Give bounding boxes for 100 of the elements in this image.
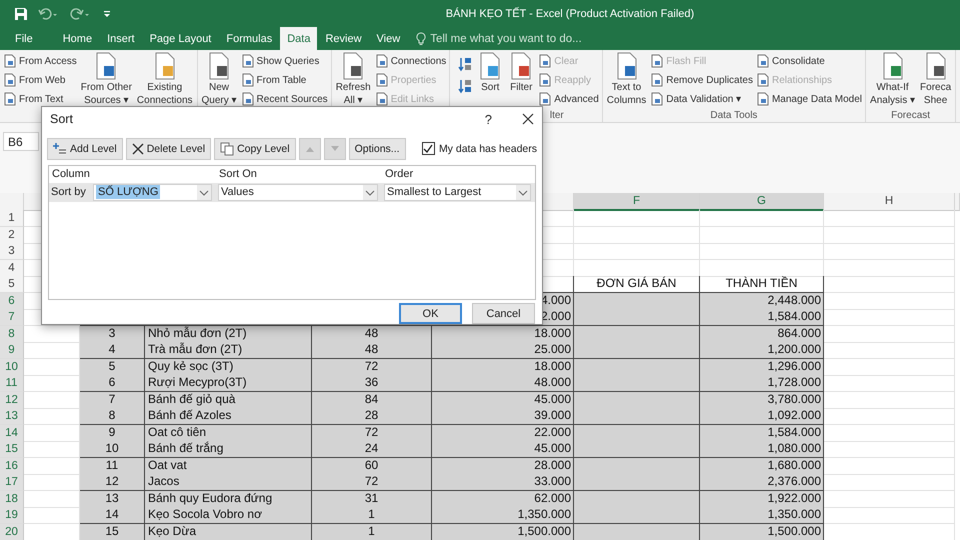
triangle-up-icon — [304, 144, 315, 153]
ribbon-button[interactable]: Consolidate — [756, 52, 862, 70]
ribbon-tab[interactable]: Insert — [100, 27, 142, 50]
table-cell: 1,922.000 — [700, 490, 824, 508]
table-cell: 3 — [80, 326, 145, 342]
ribbon-button[interactable]: Data Validation ▾ — [650, 90, 753, 108]
ribbon-button[interactable]: Foreca Shee — [918, 52, 954, 107]
ribbon-button[interactable]: Advanced — [538, 90, 599, 108]
column-dropdown[interactable]: SỐ LƯỢNG — [93, 184, 212, 201]
table-cell: 1,584.000 — [700, 424, 824, 442]
ribbon-button[interactable]: Filter — [506, 52, 536, 94]
dialog-button[interactable]: OK — [399, 303, 462, 324]
table-cell: 62.000 — [432, 490, 574, 508]
table-cell: Oat cô tiên — [145, 424, 312, 442]
sort-descending-icon[interactable] — [458, 78, 472, 94]
group-label: Data Tools — [710, 110, 758, 122]
save-icon[interactable] — [14, 6, 28, 20]
undo-icon[interactable] — [38, 6, 60, 20]
column-header[interactable]: H — [824, 193, 955, 211]
ribbon-button[interactable]: Connections — [374, 52, 446, 70]
row-header[interactable]: 2 — [0, 226, 24, 244]
sort-level-row[interactable]: Sort by SỐ LƯỢNG Values Smallest to Largest — [49, 182, 535, 202]
table-cell: 28 — [312, 408, 432, 425]
row-header[interactable]: 18 — [0, 490, 24, 508]
ribbon-tab[interactable]: View — [370, 27, 408, 50]
delete-level-button[interactable]: Delete Level — [126, 138, 212, 160]
ribbon-button[interactable]: Refresh All ▾ — [334, 52, 373, 107]
add-level-button[interactable]: Add Level — [47, 138, 123, 160]
row-header[interactable]: 14 — [0, 424, 24, 442]
ribbon-tab[interactable]: File — [8, 27, 40, 50]
table-cell: Bánh đế trắng — [145, 441, 312, 458]
sort-ascending-icon[interactable] — [458, 56, 472, 72]
row-header[interactable]: 6 — [0, 292, 24, 310]
table-cell: Oat vat — [145, 458, 312, 474]
table-cell: Quy kẻ sọc (3T) — [145, 358, 312, 376]
ribbon-button[interactable]: From Web — [3, 71, 77, 89]
table-cell: Rượi Mecypro(3T) — [145, 375, 312, 392]
checkbox-label: My data has headers — [438, 142, 537, 155]
ribbon-button[interactable]: Text to Columns — [604, 52, 648, 107]
ribbon-tab[interactable]: Page Layout — [142, 27, 218, 50]
table-cell: 1,080.000 — [700, 441, 824, 458]
ribbon-button[interactable]: From Table — [240, 71, 328, 89]
ribbon-button[interactable]: Show Queries — [240, 52, 328, 70]
dialog-button[interactable]: Cancel — [472, 303, 535, 324]
column-header[interactable]: G — [700, 193, 824, 211]
row-header[interactable]: 16 — [0, 458, 24, 474]
row-header[interactable]: 20 — [0, 524, 24, 540]
row-header[interactable]: 1 — [0, 210, 24, 227]
table-cell: 1,680.000 — [700, 458, 824, 474]
row-header[interactable]: 17 — [0, 474, 24, 491]
copy-icon — [220, 142, 234, 156]
sort-on-dropdown[interactable]: Values — [218, 184, 378, 201]
row-header[interactable]: 5 — [0, 276, 24, 293]
table-cell: 5 — [80, 358, 145, 376]
ribbon-button[interactable]: Manage Data Model — [756, 90, 862, 108]
options-button[interactable]: Options... — [348, 138, 406, 160]
ribbon-tab[interactable]: Review — [318, 27, 369, 50]
ribbon-tab[interactable]: Formulas — [219, 27, 280, 50]
table-cell: 25.000 — [432, 342, 574, 359]
row-header[interactable]: 9 — [0, 342, 24, 359]
row-header[interactable]: 3 — [0, 243, 24, 260]
chevron-down-icon — [363, 184, 377, 200]
group-label: Forecast — [891, 110, 930, 122]
help-button[interactable]: ? — [484, 112, 492, 127]
delete-icon — [132, 142, 144, 155]
row-header[interactable]: 12 — [0, 392, 24, 408]
table-cell: Bánh đế Azoles — [145, 408, 312, 425]
row-header[interactable]: 11 — [0, 375, 24, 392]
row-header[interactable]: 4 — [0, 260, 24, 276]
ribbon-button[interactable]: From Other Sources ▾ — [78, 52, 134, 107]
ribbon-tab[interactable]: Home — [56, 27, 100, 50]
order-dropdown[interactable]: Smallest to Largest — [384, 184, 531, 201]
ribbon-button[interactable]: Remove Duplicates — [650, 71, 753, 89]
table-cell: 1,584.000 — [700, 309, 824, 326]
row-header[interactable]: 10 — [0, 358, 24, 376]
ribbon-button[interactable]: Existing Connections — [134, 52, 195, 107]
table-cell: 72 — [312, 474, 432, 491]
checkbox[interactable] — [422, 142, 435, 156]
ribbon-button[interactable]: New Query ▾ — [200, 52, 239, 107]
row-header[interactable]: 19 — [0, 507, 24, 524]
ribbon-button[interactable]: Sort — [475, 52, 506, 94]
table-cell: 48 — [312, 326, 432, 342]
table-cell: 18.000 — [432, 326, 574, 342]
row-header[interactable]: 7 — [0, 309, 24, 326]
column-header[interactable]: F — [574, 193, 700, 211]
table-cell: 12 — [80, 474, 145, 491]
copy-level-button[interactable]: Copy Level — [214, 138, 296, 160]
table-cell: 31 — [312, 490, 432, 508]
tell-me-field[interactable]: Tell me what you want to do... — [430, 32, 600, 44]
ribbon-button[interactable]: From Text — [3, 90, 77, 108]
close-icon[interactable] — [522, 113, 534, 126]
name-box[interactable]: B6 — [3, 132, 39, 151]
ribbon-tab[interactable]: Data — [280, 27, 318, 50]
ribbon-button[interactable]: From Access — [3, 52, 77, 70]
row-header[interactable]: 8 — [0, 326, 24, 342]
ribbon-button[interactable]: What-If Analysis ▾ — [868, 52, 918, 107]
ribbon-button[interactable]: Recent Sources — [240, 90, 328, 108]
redo-icon[interactable] — [70, 6, 92, 20]
row-header[interactable]: 15 — [0, 441, 24, 458]
row-header[interactable]: 13 — [0, 408, 24, 425]
